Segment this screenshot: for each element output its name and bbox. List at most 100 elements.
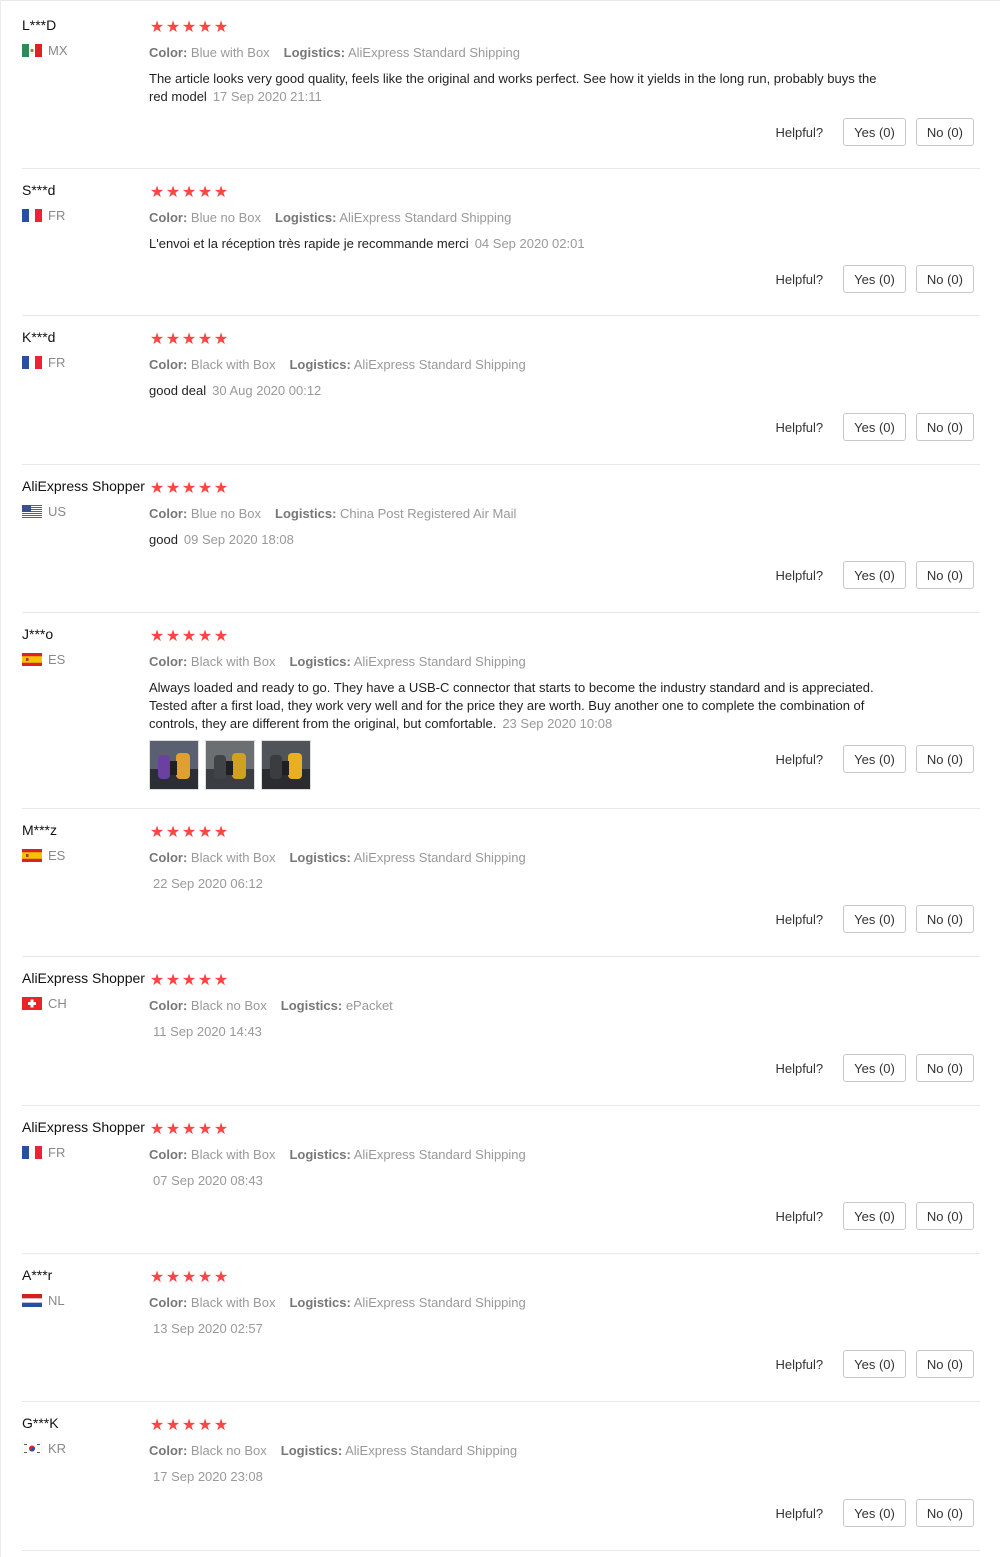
helpful-yes-button[interactable]: Yes (0) bbox=[843, 118, 906, 146]
star-icon: ★ bbox=[213, 184, 229, 201]
flag-mx-icon bbox=[22, 43, 42, 57]
color-key: Color: bbox=[149, 1443, 188, 1458]
star-icon: ★ bbox=[149, 1417, 165, 1434]
review-date: 30 Aug 2020 00:12 bbox=[212, 383, 322, 398]
helpful-label: Helpful? bbox=[775, 751, 824, 767]
star-icon: ★ bbox=[149, 824, 165, 841]
helpful-no-button[interactable]: No (0) bbox=[915, 1350, 974, 1378]
helpful-no-button[interactable]: No (0) bbox=[915, 745, 974, 773]
logistics-value: AliExpress Standard Shipping bbox=[353, 1147, 526, 1162]
country-code: CH bbox=[48, 995, 67, 1011]
review-photo-thumbnail[interactable] bbox=[149, 740, 199, 790]
color-value: Black with Box bbox=[190, 654, 276, 669]
review-meta: Color: Black no Box Logistics: AliExpress… bbox=[149, 1443, 517, 1458]
review-item: K***d FR ★ ★ ★ ★ ★ Color: Black with Box Logisti… bbox=[22, 317, 980, 465]
helpful-yes-button[interactable]: Yes (0) bbox=[843, 745, 906, 773]
helpful-label: Helpful? bbox=[775, 1505, 824, 1521]
review-text: good deal bbox=[149, 383, 207, 398]
helpful-yes-button[interactable]: Yes (0) bbox=[843, 561, 906, 589]
star-icon: ★ bbox=[181, 824, 197, 841]
reviewer-name: AliExpress Shopper bbox=[22, 1119, 145, 1135]
star-icon: ★ bbox=[197, 1121, 213, 1138]
color-key: Color: bbox=[149, 210, 188, 225]
star-icon: ★ bbox=[165, 1121, 181, 1138]
flag-fr-icon bbox=[22, 208, 42, 222]
helpful-yes-button[interactable]: Yes (0) bbox=[843, 1202, 906, 1230]
review-meta: Color: Black no Box Logistics: ePacket bbox=[149, 998, 393, 1013]
logistics-value: China Post Registered Air Mail bbox=[340, 506, 517, 521]
helpful-no-button[interactable]: No (0) bbox=[915, 413, 974, 441]
helpful-no-button[interactable]: No (0) bbox=[915, 1202, 974, 1230]
star-icon: ★ bbox=[181, 19, 197, 36]
helpful-yes-button[interactable]: Yes (0) bbox=[843, 413, 906, 441]
star-icon: ★ bbox=[181, 628, 197, 645]
helpful-no-button[interactable]: No (0) bbox=[915, 118, 974, 146]
star-icon: ★ bbox=[149, 1269, 165, 1286]
reviewer-country: FR bbox=[22, 208, 65, 223]
color-key: Color: bbox=[149, 1295, 188, 1310]
star-icon: ★ bbox=[181, 480, 197, 497]
helpful-no-button[interactable]: No (0) bbox=[915, 1499, 974, 1527]
star-icon: ★ bbox=[165, 972, 181, 989]
helpful-no-button[interactable]: No (0) bbox=[915, 265, 974, 293]
review-date: 22 Sep 2020 06:12 bbox=[153, 876, 263, 891]
review-meta: Color: Black with Box Logistics: AliExpre… bbox=[149, 1295, 526, 1310]
helpful-no-button[interactable]: No (0) bbox=[915, 1054, 974, 1082]
helpful-yes-button[interactable]: Yes (0) bbox=[843, 1350, 906, 1378]
flag-fr-icon bbox=[22, 1145, 42, 1159]
color-value: Black with Box bbox=[190, 1295, 276, 1310]
star-icon: ★ bbox=[181, 1417, 197, 1434]
star-icon: ★ bbox=[213, 19, 229, 36]
helpful-yes-button[interactable]: Yes (0) bbox=[843, 265, 906, 293]
logistics-key: Logistics: bbox=[275, 210, 337, 225]
reviewer-name: G***K bbox=[22, 1415, 59, 1431]
reviewer-country: US bbox=[22, 504, 66, 519]
reviewer-name: A***r bbox=[22, 1267, 53, 1283]
helpful-controls: Helpful? Yes (0) No (0) bbox=[775, 1499, 974, 1527]
helpful-no-button[interactable]: No (0) bbox=[915, 905, 974, 933]
logistics-value: AliExpress Standard Shipping bbox=[353, 1295, 526, 1310]
helpful-label: Helpful? bbox=[775, 1060, 824, 1076]
logistics-key: Logistics: bbox=[289, 850, 351, 865]
reviewer-country: KR bbox=[22, 1441, 66, 1456]
review-body: Always loaded and ready to go. They have… bbox=[149, 679, 879, 733]
helpful-controls: Helpful? Yes (0) No (0) bbox=[775, 561, 974, 589]
star-icon: ★ bbox=[213, 480, 229, 497]
logistics-value: AliExpress Standard Shipping bbox=[339, 210, 512, 225]
reviewer-name: AliExpress Shopper bbox=[22, 478, 145, 494]
reviewer-country: ES bbox=[22, 848, 65, 863]
review-item: S***d FR ★ ★ ★ ★ ★ Color: Blue no Box Logistics:… bbox=[22, 170, 980, 316]
review-photo-thumbnail[interactable] bbox=[261, 740, 311, 790]
helpful-controls: Helpful? Yes (0) No (0) bbox=[775, 265, 974, 293]
review-date: 07 Sep 2020 08:43 bbox=[153, 1173, 263, 1188]
review-photo-thumbnail[interactable] bbox=[205, 740, 255, 790]
review-meta: Color: Black with Box Logistics: AliExpre… bbox=[149, 357, 526, 372]
review-meta: Color: Black with Box Logistics: AliExpre… bbox=[149, 654, 526, 669]
flag-kr-icon bbox=[22, 1441, 42, 1455]
helpful-yes-button[interactable]: Yes (0) bbox=[843, 1054, 906, 1082]
logistics-key: Logistics: bbox=[289, 1295, 351, 1310]
country-code: ES bbox=[48, 651, 66, 667]
review-item: L***D MX ★ ★ ★ ★ ★ Color: Blue with Box Logistic… bbox=[22, 5, 980, 169]
star-icon: ★ bbox=[213, 1417, 229, 1434]
helpful-controls: Helpful? Yes (0) No (0) bbox=[775, 413, 974, 441]
review-date: 23 Sep 2020 10:08 bbox=[502, 716, 613, 731]
logistics-value: AliExpress Standard Shipping bbox=[347, 45, 520, 60]
star-icon: ★ bbox=[165, 184, 181, 201]
helpful-no-button[interactable]: No (0) bbox=[915, 561, 974, 589]
helpful-controls: Helpful? Yes (0) No (0) bbox=[775, 745, 974, 773]
logistics-key: Logistics: bbox=[280, 998, 343, 1013]
review-meta: Color: Blue no Box Logistics: China Post … bbox=[149, 506, 516, 521]
helpful-yes-button[interactable]: Yes (0) bbox=[843, 905, 906, 933]
review-body: 13 Sep 2020 02:57 bbox=[149, 1320, 879, 1338]
star-icon: ★ bbox=[213, 331, 229, 348]
reviewer-name: AliExpress Shopper bbox=[22, 970, 145, 986]
star-rating: ★ ★ ★ ★ ★ bbox=[149, 185, 229, 201]
star-rating: ★ ★ ★ ★ ★ bbox=[149, 1418, 229, 1434]
review-item: J***o ES ★ ★ ★ ★ ★ Color: Black with Box Logisti… bbox=[22, 614, 980, 809]
star-icon: ★ bbox=[149, 184, 165, 201]
reviewer-country: FR bbox=[22, 355, 65, 370]
color-value: Black no Box bbox=[190, 1443, 267, 1458]
helpful-yes-button[interactable]: Yes (0) bbox=[843, 1499, 906, 1527]
country-code: MX bbox=[48, 42, 68, 58]
